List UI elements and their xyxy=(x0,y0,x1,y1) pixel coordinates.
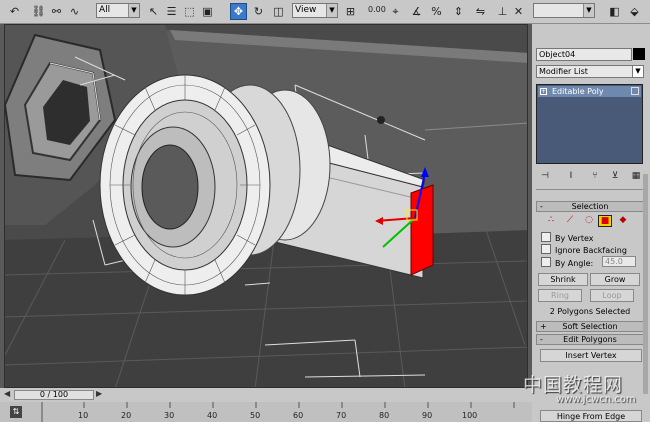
chevron-down-icon: ▼ xyxy=(326,4,337,17)
material-editor-icon[interactable]: ⬙ xyxy=(626,3,643,20)
reference-coord-value: View xyxy=(295,5,317,15)
hinge-from-edge-button[interactable]: Hinge From Edge xyxy=(540,410,642,422)
link-icon[interactable]: ⛓ xyxy=(30,3,47,20)
time-slider[interactable]: 0 / 100 xyxy=(14,390,94,400)
time-bar: ◀ 0 / 100 ▶ xyxy=(0,388,532,402)
border-icon[interactable]: ◌ xyxy=(582,215,596,227)
tick-label: 90 xyxy=(422,411,433,420)
tick-label: 100 xyxy=(462,411,478,420)
chevron-down-icon: ▼ xyxy=(128,4,139,17)
watermark-url: www.jcwcn.com xyxy=(556,394,636,405)
object-name-field[interactable]: Object04 xyxy=(536,48,632,61)
chevron-down-icon: ▼ xyxy=(583,4,594,17)
soft-selection-title: Soft Selection xyxy=(562,322,618,331)
scale-icon[interactable]: ◫ xyxy=(270,3,287,20)
stack-item-editable-poly[interactable]: + Editable Poly xyxy=(538,86,641,97)
tick-label: 30 xyxy=(164,411,175,420)
ignore-backfacing-checkbox[interactable]: Ignore Backfacing xyxy=(541,244,627,256)
command-panel: Object04 Modifier List ▼ + Editable Poly… xyxy=(532,24,650,422)
window-crossing-icon[interactable]: ▣ xyxy=(199,3,216,20)
edge-icon[interactable]: ⟋ xyxy=(563,215,577,227)
tick-label: 70 xyxy=(336,411,347,420)
chevron-down-icon: ▼ xyxy=(632,66,643,77)
named-selection-icon[interactable]: ✕ xyxy=(510,3,527,20)
stack-item-label: Editable Poly xyxy=(552,87,604,96)
expand-icon: + xyxy=(540,322,547,331)
grow-button[interactable]: Grow xyxy=(590,273,640,286)
polygon-icon[interactable]: ■ xyxy=(598,215,612,227)
divider xyxy=(536,189,646,190)
loop-button[interactable]: Loop xyxy=(590,289,634,302)
selected-polygons xyxy=(410,184,434,276)
next-frame-icon[interactable]: ▶ xyxy=(96,389,102,398)
modifier-list-label: Modifier List xyxy=(539,67,588,76)
modifier-list-dropdown[interactable]: Modifier List ▼ xyxy=(536,65,644,78)
tick-label: 10 xyxy=(78,411,89,420)
watermark: 中国教程网 xyxy=(523,374,624,396)
track-bar[interactable]: ⇅ 10 20 30 40 50 60 70 80 90 100 xyxy=(0,402,532,422)
mirror-icon[interactable]: ⇋ xyxy=(472,3,489,20)
configure-sets-icon[interactable]: ▦ xyxy=(629,171,643,183)
selection-rollout-title: Selection xyxy=(571,202,609,211)
move-icon[interactable]: ✥ xyxy=(230,3,247,20)
by-vertex-label: By Vertex xyxy=(555,234,594,243)
viewport-scene xyxy=(5,25,527,387)
pivot-icon[interactable]: ⊞ xyxy=(342,3,359,20)
collapse-icon: - xyxy=(540,202,543,211)
curve-editor-icon[interactable]: ◧ xyxy=(606,3,623,20)
show-end-result-icon[interactable]: I xyxy=(564,171,578,183)
percent-snap-icon[interactable]: % xyxy=(428,3,445,20)
reference-coord-dropdown[interactable]: View ▼ xyxy=(292,3,338,18)
main-toolbar: ↶ ⛓ ⚯ ∿ All ▼ ↖ ☰ ⬚ ▣ ✥ ↻ ◫ View ▼ ⊞ 0.0… xyxy=(0,0,650,24)
ignore-backfacing-label: Ignore Backfacing xyxy=(555,246,627,255)
tick-label: 20 xyxy=(121,411,132,420)
element-icon[interactable]: ◆ xyxy=(616,215,630,227)
selection-status: 2 Polygons Selected xyxy=(549,307,631,316)
ring-button[interactable]: Ring xyxy=(538,289,582,302)
selection-filter-dropdown[interactable]: All ▼ xyxy=(96,3,140,18)
undo-icon[interactable]: ↶ xyxy=(6,3,23,20)
select-by-name-icon[interactable]: ☰ xyxy=(163,3,180,20)
select-icon[interactable]: ↖ xyxy=(145,3,162,20)
remove-modifier-icon[interactable]: ⊻ xyxy=(608,171,622,183)
object-color-swatch[interactable] xyxy=(633,48,645,60)
tick-label: 40 xyxy=(207,411,218,420)
rect-select-icon[interactable]: ⬚ xyxy=(181,3,198,20)
angle-spinner[interactable]: 45.0 xyxy=(602,256,636,267)
by-angle-checkbox[interactable]: By Angle: xyxy=(541,257,593,269)
tick-label: 80 xyxy=(379,411,390,420)
tick-label: 50 xyxy=(250,411,261,420)
spinner-snap-icon[interactable]: ⇕ xyxy=(450,3,467,20)
prev-frame-icon[interactable]: ◀ xyxy=(4,389,10,398)
align-icon[interactable]: ⊥ xyxy=(494,3,511,20)
edit-polygons-rollout-header[interactable]: - Edit Polygons xyxy=(536,334,644,345)
unlink-icon[interactable]: ⚯ xyxy=(48,3,65,20)
shrink-button[interactable]: Shrink xyxy=(538,273,588,286)
pin-stack-icon[interactable]: ⊣ xyxy=(538,171,552,183)
tick-label: 60 xyxy=(293,411,304,420)
snap-icon[interactable]: ⌖ xyxy=(387,3,404,20)
soft-selection-rollout-header[interactable]: + Soft Selection xyxy=(536,321,644,332)
modifier-stack: + Editable Poly xyxy=(536,84,643,164)
rotate-icon[interactable]: ↻ xyxy=(250,3,267,20)
bind-space-warp-icon[interactable]: ∿ xyxy=(66,3,83,20)
panel-scrollbar[interactable] xyxy=(643,174,648,394)
visibility-icon[interactable] xyxy=(631,87,639,95)
snap-readout: 0.00 xyxy=(368,5,386,14)
selection-rollout-header[interactable]: - Selection xyxy=(536,201,644,212)
perspective-viewport[interactable] xyxy=(4,24,528,388)
collapse-icon: - xyxy=(540,335,543,344)
by-vertex-checkbox[interactable]: By Vertex xyxy=(541,232,593,244)
selection-filter-value: All xyxy=(99,5,111,15)
expand-icon[interactable]: + xyxy=(540,88,547,95)
make-unique-icon[interactable]: ⑂ xyxy=(588,171,602,183)
angle-snap-icon[interactable]: ∡ xyxy=(408,3,425,20)
named-selection-dropdown[interactable]: ▼ xyxy=(533,3,595,18)
vertex-icon[interactable]: ∴ xyxy=(544,215,558,227)
by-angle-label: By Angle: xyxy=(555,259,594,268)
insert-vertex-button[interactable]: Insert Vertex xyxy=(540,349,642,362)
edit-polygons-title: Edit Polygons xyxy=(563,335,617,344)
